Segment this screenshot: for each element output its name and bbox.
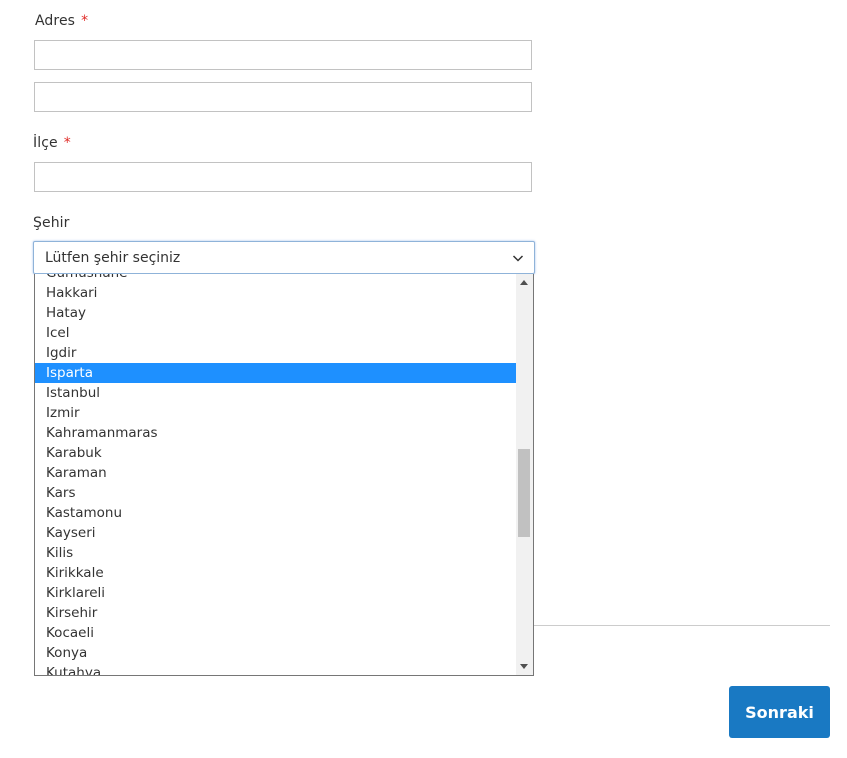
city-option[interactable]: Kars (35, 483, 517, 503)
chevron-down-icon (512, 255, 524, 262)
required-mark: * (81, 13, 89, 29)
address-label: Adres * (35, 13, 88, 29)
district-label: İlçe * (33, 135, 71, 151)
city-option[interactable]: Karaman (35, 463, 517, 483)
city-option[interactable]: Icel (35, 323, 517, 343)
city-select-value: Lütfen şehir seçiniz (45, 250, 181, 266)
city-option[interactable]: Istanbul (35, 383, 517, 403)
city-option[interactable]: Kirsehir (35, 603, 517, 623)
city-option[interactable]: Izmir (35, 403, 517, 423)
address-line2-input[interactable] (34, 82, 532, 112)
city-option[interactable]: Gumushane (35, 274, 517, 283)
district-input[interactable] (34, 162, 532, 192)
city-option[interactable]: Igdir (35, 343, 517, 363)
city-dropdown-list[interactable]: GumushaneHakkariHatayIcelIgdirIspartaIst… (34, 274, 534, 676)
address-label-text: Adres (35, 13, 76, 29)
next-button[interactable]: Sonraki (729, 686, 830, 738)
city-option[interactable]: Karabuk (35, 443, 517, 463)
city-option[interactable]: Hatay (35, 303, 517, 323)
city-select[interactable]: Lütfen şehir seçiniz (33, 241, 535, 274)
city-option[interactable]: Kirklareli (35, 583, 517, 603)
city-option[interactable]: Kahramanmaras (35, 423, 517, 443)
district-label-text: İlçe (33, 135, 58, 151)
city-option[interactable]: Kilis (35, 543, 517, 563)
city-option[interactable]: Kirikkale (35, 563, 517, 583)
address-line1-input[interactable] (34, 40, 532, 70)
section-divider (534, 625, 830, 626)
dropdown-scrollbar[interactable] (516, 274, 533, 675)
city-option[interactable]: Kayseri (35, 523, 517, 543)
city-options: GumushaneHakkariHatayIcelIgdirIspartaIst… (35, 274, 517, 675)
required-mark: * (63, 135, 71, 151)
scroll-thumb[interactable] (518, 449, 530, 537)
city-option[interactable]: Isparta (35, 363, 517, 383)
scroll-up-arrow-icon[interactable] (520, 280, 528, 285)
city-option[interactable]: Kocaeli (35, 623, 517, 643)
city-option[interactable]: Kastamonu (35, 503, 517, 523)
city-option[interactable]: Konya (35, 643, 517, 663)
city-label: Şehir (33, 215, 70, 231)
city-option[interactable]: Kutahya (35, 663, 517, 675)
city-option[interactable]: Hakkari (35, 283, 517, 303)
scroll-down-arrow-icon[interactable] (520, 664, 528, 669)
